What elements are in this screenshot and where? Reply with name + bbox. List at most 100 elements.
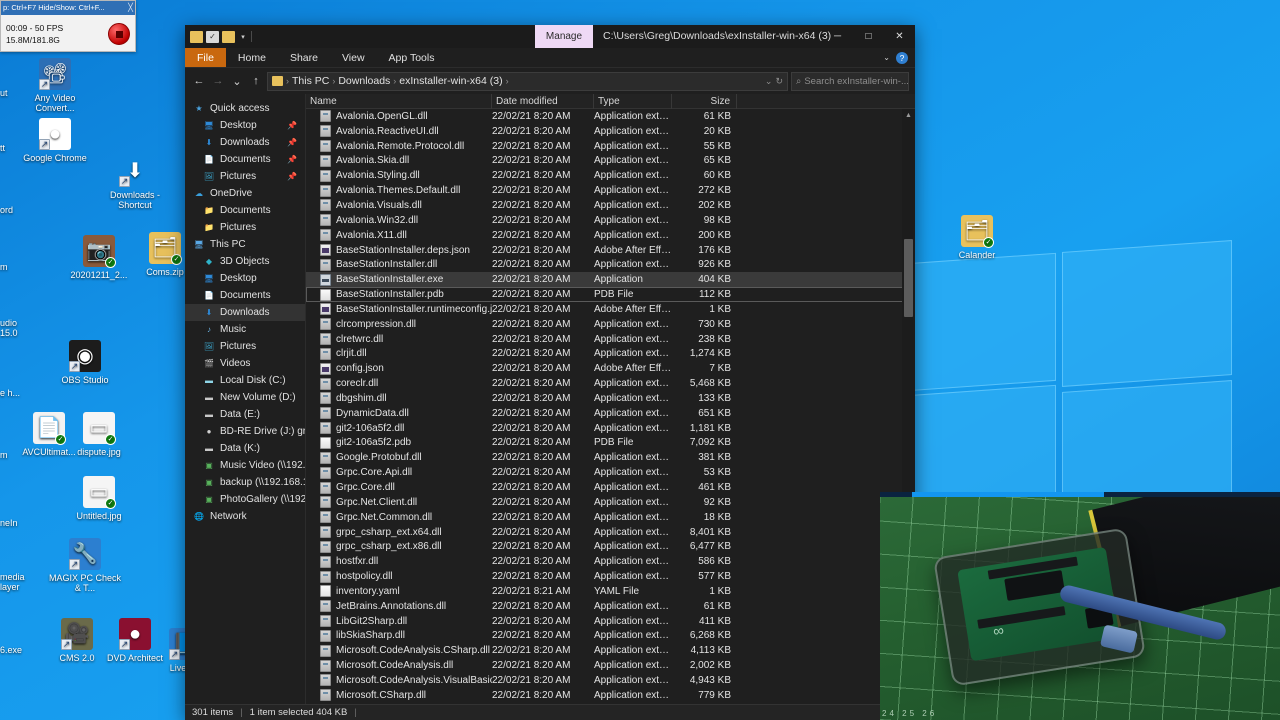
table-row[interactable]: BaseStationInstaller.exe 22/02/21 8:20 AM… — [306, 272, 915, 288]
close-button[interactable]: ✕ — [884, 25, 915, 48]
table-row[interactable]: BaseStationInstaller.pdb 22/02/21 8:20 AM… — [306, 287, 915, 302]
file-name-cell[interactable]: hostpolicy.dll — [306, 570, 492, 583]
sidebar-item-desktop[interactable]: 🖥 Desktop — [185, 270, 305, 287]
tab-home[interactable]: Home — [226, 48, 278, 67]
table-row[interactable]: Avalonia.Visuals.dll 22/02/21 8:20 AM Appl… — [306, 198, 915, 213]
tab-file[interactable]: File — [185, 48, 226, 67]
sidebar-item-network[interactable]: 🌐 Network — [185, 508, 305, 525]
file-name-cell[interactable]: clrjit.dll — [306, 347, 492, 360]
file-name-cell[interactable]: Avalonia.X11.dll — [306, 229, 492, 242]
file-name-cell[interactable]: Avalonia.ReactiveUI.dll — [306, 125, 492, 138]
table-row[interactable]: Microsoft.CodeAnalysis.VisualBasic.dll 22… — [306, 673, 915, 688]
file-name-cell[interactable]: grpc_csharp_ext.x86.dll — [306, 540, 492, 553]
file-name-cell[interactable]: DynamicData.dll — [306, 407, 492, 420]
file-name-cell[interactable]: Microsoft.CodeAnalysis.CSharp.dll — [306, 644, 492, 657]
file-name-cell[interactable]: Avalonia.Remote.Protocol.dll — [306, 140, 492, 153]
breadcrumb-item-1[interactable]: Downloads — [338, 75, 390, 87]
breadcrumb[interactable]: › This PC › Downloads › exInstaller-win-… — [267, 71, 788, 91]
sidebar-item-local-disk-c[interactable]: ▬ Local Disk (C:) — [185, 372, 305, 389]
table-row[interactable]: Avalonia.Skia.dll 22/02/21 8:20 AM Applica… — [306, 154, 915, 169]
tab-share[interactable]: Share — [278, 48, 330, 67]
file-name-cell[interactable]: Avalonia.Styling.dll — [306, 169, 492, 182]
file-name-cell[interactable]: JetBrains.Annotations.dll — [306, 600, 492, 613]
pin-icon[interactable]: 📌 — [287, 121, 297, 130]
sidebar-item-3d-objects[interactable]: ◆ 3D Objects — [185, 253, 305, 270]
table-row[interactable]: config.json 22/02/21 8:20 AM Adobe After E… — [306, 361, 915, 376]
file-name-cell[interactable]: BaseStationInstaller.exe — [306, 273, 492, 286]
table-row[interactable]: Avalonia.ReactiveUI.dll 22/02/21 8:20 AM A… — [306, 124, 915, 139]
table-row[interactable]: libSkiaSharp.dll 22/02/21 8:20 AM Applicat… — [306, 629, 915, 644]
table-row[interactable]: Microsoft.CodeAnalysis.CSharp.dll 22/02/2… — [306, 643, 915, 658]
file-explorer-window[interactable]: ✓ ▾ Manage C:\Users\Greg\Downloads\exIns… — [185, 25, 915, 720]
table-row[interactable]: Grpc.Core.dll 22/02/21 8:20 AM Application… — [306, 480, 915, 495]
table-row[interactable]: Google.Protobuf.dll 22/02/21 8:20 AM Appli… — [306, 450, 915, 465]
pin-icon[interactable]: 📌 — [287, 155, 297, 164]
column-header-date[interactable]: Date modified — [492, 94, 594, 109]
file-rows[interactable]: Avalonia.OpenGL.dll 22/02/21 8:20 AM Appli… — [306, 109, 915, 703]
minimize-button[interactable]: ─ — [822, 25, 853, 48]
table-row[interactable]: Avalonia.OpenGL.dll 22/02/21 8:20 AM Appli… — [306, 109, 915, 124]
desktop-icon[interactable]: ▭ ✓ Untitled.jpg — [62, 476, 136, 521]
pin-icon[interactable]: 📌 — [287, 138, 297, 147]
sidebar-item-data-k[interactable]: ▬ Data (K:) — [185, 440, 305, 457]
sidebar-item-bd-re-drive-j-gro[interactable]: ● BD-RE Drive (J:) gro — [185, 423, 305, 440]
table-row[interactable]: grpc_csharp_ext.x86.dll 22/02/21 8:20 AM A… — [306, 539, 915, 554]
file-name-cell[interactable]: grpc_csharp_ext.x64.dll — [306, 526, 492, 539]
sidebar-item-music-video-192[interactable]: ▣ Music Video (\\192. — [185, 457, 305, 474]
quick-access-toolbar[interactable]: ✓ ▾ — [185, 30, 252, 43]
sidebar-item-desktop[interactable]: 🖥 Desktop 📌 — [185, 117, 305, 134]
table-row[interactable]: Microsoft.CSharp.dll 22/02/21 8:20 AM Appl… — [306, 688, 915, 703]
file-name-cell[interactable]: Google.Protobuf.dll — [306, 451, 492, 464]
record-stop-button[interactable] — [108, 23, 130, 45]
file-name-cell[interactable]: Grpc.Core.dll — [306, 481, 492, 494]
table-row[interactable]: Avalonia.Remote.Protocol.dll 22/02/21 8:2… — [306, 139, 915, 154]
window-titlebar[interactable]: ✓ ▾ Manage C:\Users\Greg\Downloads\exIns… — [185, 25, 915, 48]
desktop-icon[interactable]: 🗂 ✓ Calander — [940, 215, 1014, 260]
table-row[interactable]: clretwrc.dll 22/02/21 8:20 AM Application … — [306, 332, 915, 347]
sidebar-item-music[interactable]: ♪ Music — [185, 321, 305, 338]
table-row[interactable]: hostfxr.dll 22/02/21 8:20 AM Application e… — [306, 554, 915, 569]
table-row[interactable]: BaseStationInstaller.deps.json 22/02/21 8… — [306, 243, 915, 258]
sidebar-item-documents[interactable]: 📁 Documents — [185, 202, 305, 219]
file-name-cell[interactable]: Grpc.Net.Common.dll — [306, 511, 492, 524]
file-name-cell[interactable]: config.json — [306, 362, 492, 375]
tab-app-tools[interactable]: App Tools — [377, 48, 447, 67]
sidebar-item-downloads[interactable]: ⬇ Downloads 📌 — [185, 134, 305, 151]
column-headers[interactable]: Name Date modified Type Size — [306, 94, 915, 109]
breadcrumb-item-0[interactable]: This PC — [292, 75, 329, 87]
breadcrumb-item-2[interactable]: exInstaller-win-x64 (3) — [399, 75, 502, 87]
table-row[interactable]: Avalonia.Themes.Default.dll 22/02/21 8:20… — [306, 183, 915, 198]
table-row[interactable]: clrcompression.dll 22/02/21 8:20 AM Applic… — [306, 317, 915, 332]
pin-icon[interactable]: 📌 — [287, 172, 297, 181]
file-name-cell[interactable]: Avalonia.Skia.dll — [306, 154, 492, 167]
desktop-icon[interactable]: ● ↗ Google Chrome — [18, 118, 92, 163]
properties-icon[interactable]: ✓ — [206, 30, 219, 43]
sidebar-item-onedrive[interactable]: ☁ OneDrive — [185, 185, 305, 202]
column-header-name[interactable]: Name — [306, 94, 492, 109]
recent-locations-button[interactable]: ⌄ — [229, 75, 245, 88]
sidebar-item-data-e[interactable]: ▬ Data (E:) — [185, 406, 305, 423]
help-icon[interactable]: ? — [896, 51, 908, 64]
sidebar-item-videos[interactable]: 🎬 Videos — [185, 355, 305, 372]
table-row[interactable]: git2-106a5f2.dll 22/02/21 8:20 AM Applicat… — [306, 421, 915, 436]
back-button[interactable]: ← — [191, 75, 207, 87]
desktop-icon[interactable]: ▭ ✓ dispute.jpg — [62, 412, 136, 457]
table-row[interactable]: git2-106a5f2.pdb 22/02/21 8:20 AM PDB File… — [306, 436, 915, 451]
sidebar-item-pictures[interactable]: 📁 Pictures — [185, 219, 305, 236]
screen-recorder-overlay[interactable]: p: Ctrl+F7 Hide/Show: Ctrl+F... ╳ 00:09 … — [0, 0, 136, 52]
file-name-cell[interactable]: BaseStationInstaller.dll — [306, 258, 492, 271]
table-row[interactable]: Grpc.Net.Client.dll 22/02/21 8:20 AM Appli… — [306, 495, 915, 510]
column-header-size[interactable]: Size — [672, 94, 737, 109]
file-name-cell[interactable]: coreclr.dll — [306, 377, 492, 390]
file-name-cell[interactable]: clrcompression.dll — [306, 318, 492, 331]
file-name-cell[interactable]: Microsoft.CSharp.dll — [306, 689, 492, 702]
forward-button[interactable]: → — [210, 75, 226, 87]
sidebar-item-pictures[interactable]: 🖼 Pictures — [185, 338, 305, 355]
desktop-icon[interactable]: ⬇ ↗ Downloads - Shortcut — [98, 155, 172, 210]
sidebar-item-new-volume-d[interactable]: ▬ New Volume (D:) — [185, 389, 305, 406]
file-name-cell[interactable]: Avalonia.OpenGL.dll — [306, 110, 492, 123]
address-bar-row[interactable]: ← → ⌄ ↑ › This PC › Downloads › exInstal… — [185, 68, 915, 94]
navigation-pane[interactable]: ★ Quick access 🖥 Desktop 📌 ⬇ Downloads 📌 📄 Docume… — [185, 94, 305, 704]
table-row[interactable]: Avalonia.Styling.dll 22/02/21 8:20 AM Appl… — [306, 168, 915, 183]
file-name-cell[interactable]: hostfxr.dll — [306, 555, 492, 568]
